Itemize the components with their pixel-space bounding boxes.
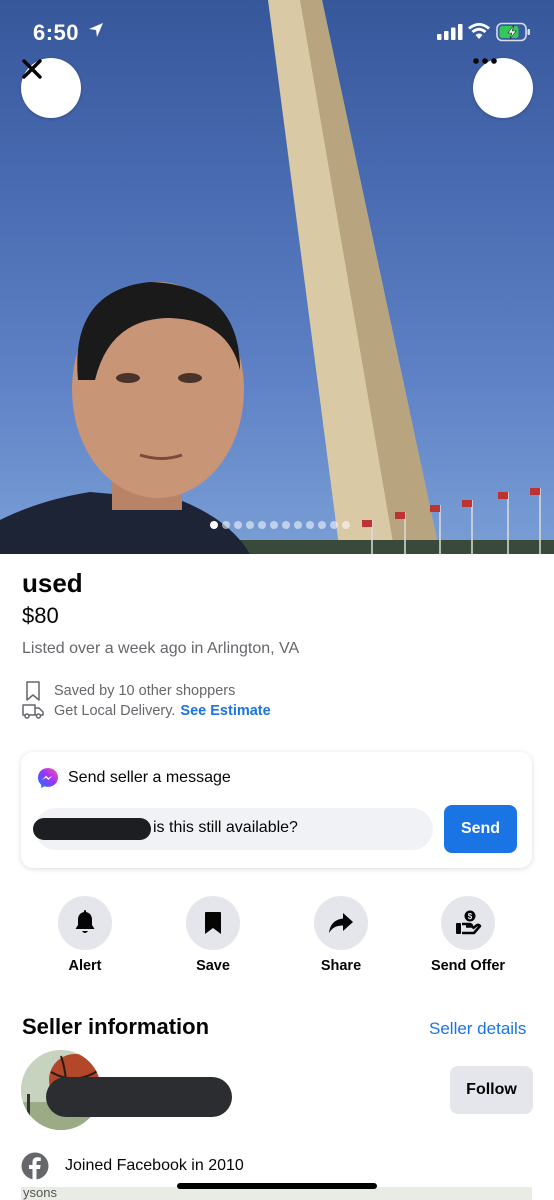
saved-count-text: Saved by 10 other shoppers <box>54 683 236 699</box>
photo-dot[interactable] <box>222 521 230 529</box>
photo-dot[interactable] <box>306 521 314 529</box>
photo-dot[interactable] <box>270 521 278 529</box>
send-message-button[interactable]: Send <box>444 805 517 853</box>
photo-dot[interactable] <box>258 521 266 529</box>
delivery-row: Get Local Delivery. See Estimate <box>22 703 271 719</box>
alert-button[interactable]: Alert <box>30 896 140 974</box>
photo-dot[interactable] <box>294 521 302 529</box>
svg-text:$: $ <box>468 912 473 921</box>
save-button[interactable]: Save <box>158 896 268 974</box>
photo-dot[interactable] <box>330 521 338 529</box>
photo-dot[interactable] <box>234 521 242 529</box>
delivery-truck-icon <box>22 703 44 719</box>
photo-dot[interactable] <box>246 521 254 529</box>
message-input-text[interactable]: is this still available? <box>153 819 298 837</box>
listing-title: used <box>22 568 83 598</box>
close-icon <box>22 59 42 79</box>
message-card-title: Send seller a message <box>68 769 231 786</box>
alert-label: Alert <box>68 958 102 974</box>
joined-text: Joined Facebook in 2010 <box>65 1157 244 1174</box>
photo-pagination-dots[interactable] <box>210 521 350 529</box>
see-estimate-link[interactable]: See Estimate <box>180 703 270 719</box>
bookmark-icon <box>205 912 221 934</box>
alert-button-circle[interactable] <box>58 896 112 950</box>
map-place-label: ysons <box>23 1187 57 1200</box>
message-input[interactable]: is this still available? <box>33 808 433 850</box>
message-seller-card: Send seller a message is this still avai… <box>21 752 532 868</box>
delivery-text: Get Local Delivery. <box>54 703 176 719</box>
more-dots-icon <box>473 58 497 64</box>
follow-button[interactable]: Follow <box>450 1066 533 1114</box>
bookmark-outline-icon <box>22 681 44 701</box>
status-bar: 6:50 <box>0 0 554 64</box>
messenger-icon <box>38 768 58 788</box>
share-arrow-icon <box>329 913 353 933</box>
joined-facebook-row: Joined Facebook in 2010 <box>21 1152 244 1180</box>
photo-illustration <box>0 0 554 554</box>
save-button-circle[interactable] <box>186 896 240 950</box>
message-card-header: Send seller a message <box>37 767 231 789</box>
send-offer-button[interactable]: $ Send Offer <box>413 896 523 974</box>
send-offer-label: Send Offer <box>430 958 506 974</box>
facebook-logo-icon <box>21 1152 49 1180</box>
share-button[interactable]: Share <box>286 896 396 974</box>
photo-dot[interactable] <box>318 521 326 529</box>
share-label: Share <box>320 958 362 974</box>
bell-icon <box>75 910 95 933</box>
redacted-seller-name <box>46 1077 232 1117</box>
seller-details-link[interactable]: Seller details <box>429 1019 526 1039</box>
photo-dot[interactable] <box>282 521 290 529</box>
save-label: Save <box>196 958 230 974</box>
more-options-button[interactable] <box>473 58 533 118</box>
home-indicator[interactable] <box>177 1183 377 1189</box>
photo-dot[interactable] <box>342 521 350 529</box>
share-button-circle[interactable] <box>314 896 368 950</box>
close-button[interactable] <box>21 58 81 118</box>
seller-information-heading: Seller information <box>22 1014 210 1039</box>
listing-price: $80 <box>22 603 59 628</box>
listing-actions: Alert Save Share $ Send Offer <box>0 896 554 976</box>
offer-hand-icon: $ <box>456 910 482 935</box>
listing-location-time: Listed over a week ago in Arlington, VA <box>22 640 300 657</box>
send-offer-button-circle[interactable]: $ <box>441 896 495 950</box>
listing-photo[interactable]: 6:50 <box>0 0 554 554</box>
photo-dot[interactable] <box>210 521 218 529</box>
saved-count-row: Saved by 10 other shoppers <box>22 681 235 701</box>
redacted-name <box>33 818 151 840</box>
status-time: 6:50 <box>33 20 80 45</box>
